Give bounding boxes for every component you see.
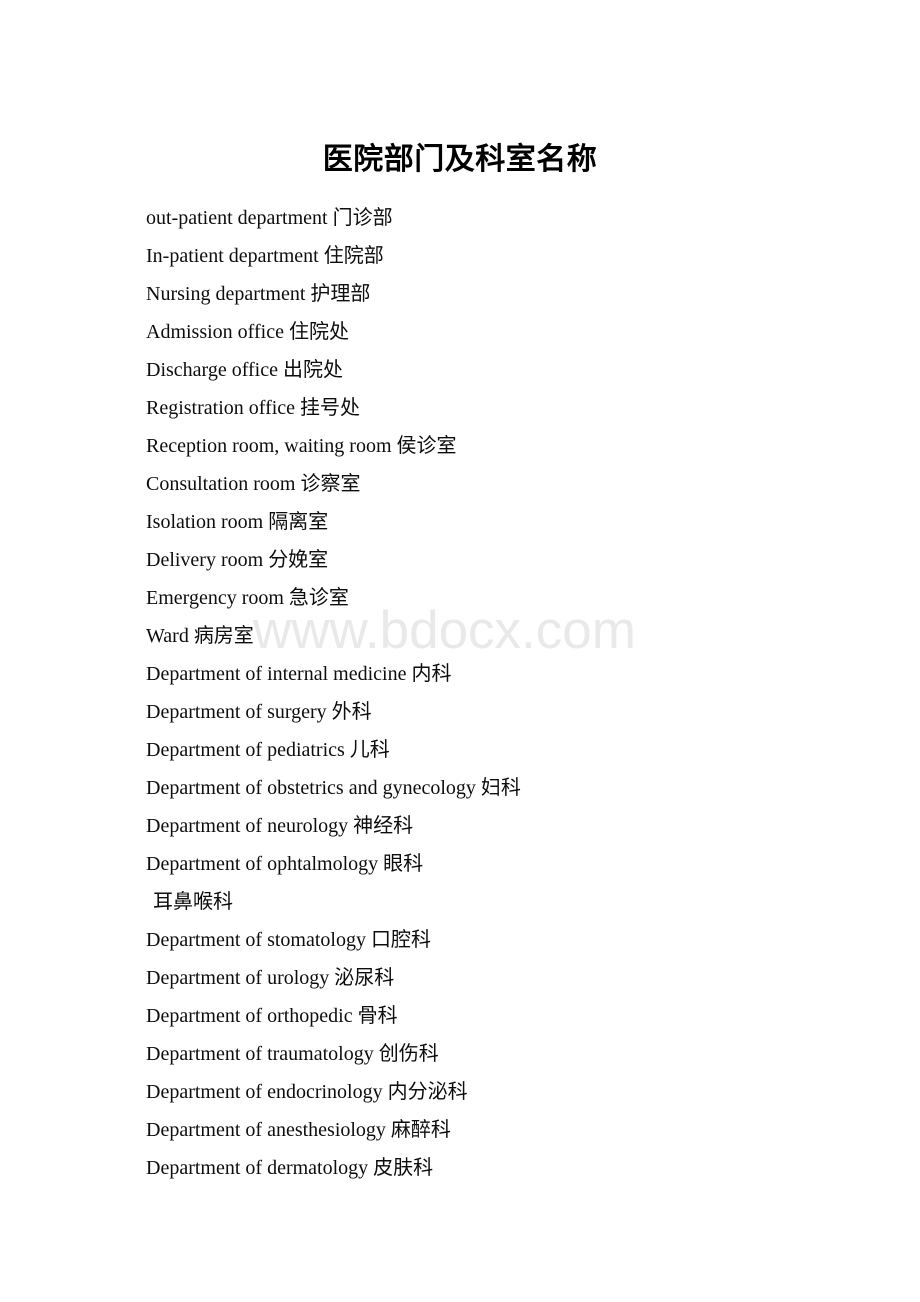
term-list: out-patient department 门诊部 In-patient dep…: [146, 199, 846, 1187]
document-page: www.bdocx.com 医院部门及科室名称 out-patient depa…: [0, 0, 920, 1302]
term-line: Emergency room 急诊室: [146, 587, 349, 609]
term-line: Department of dermatology 皮肤科: [146, 1157, 434, 1179]
term-line: Department of endocrinology 内分泌科: [146, 1081, 468, 1103]
term-line: Admission office 住院处: [146, 321, 349, 343]
term-line: In-patient department 住院部: [146, 245, 384, 267]
term-line: Discharge office 出院处: [146, 359, 343, 381]
term-line: Consultation room 诊察室: [146, 473, 361, 495]
term-line: Department of stomatology 口腔科: [146, 929, 431, 951]
term-line: Department of pediatrics 儿科: [146, 739, 390, 761]
term-line: Department of surgery 外科: [146, 701, 372, 723]
term-line: Delivery room 分娩室: [146, 549, 329, 571]
term-line: Registration office 挂号处: [146, 397, 361, 419]
term-line: Reception room, waiting room 侯诊室: [146, 435, 457, 457]
term-line: Department of obstetrics and gynecology …: [146, 777, 521, 799]
term-line: Ward 病房室: [146, 625, 254, 647]
term-line: Nursing department 护理部: [146, 283, 371, 305]
term-line: Department of ophtalmology 眼科: [146, 853, 424, 875]
term-line: Department of traumatology 创伤科: [146, 1043, 439, 1065]
term-line: Department of internal medicine 内科: [146, 663, 452, 685]
term-line: Department of orthopedic 骨科: [146, 1005, 398, 1027]
term-line: 耳鼻喉科: [153, 891, 233, 913]
term-line: Department of urology 泌尿科: [146, 967, 395, 989]
term-line: Department of anesthesiology 麻醉科: [146, 1119, 451, 1141]
page-title: 医院部门及科室名称: [322, 143, 598, 176]
term-line: Isolation room 隔离室: [146, 511, 329, 533]
term-line: out-patient department 门诊部: [146, 207, 393, 229]
term-line: Department of neurology 神经科: [146, 815, 414, 837]
